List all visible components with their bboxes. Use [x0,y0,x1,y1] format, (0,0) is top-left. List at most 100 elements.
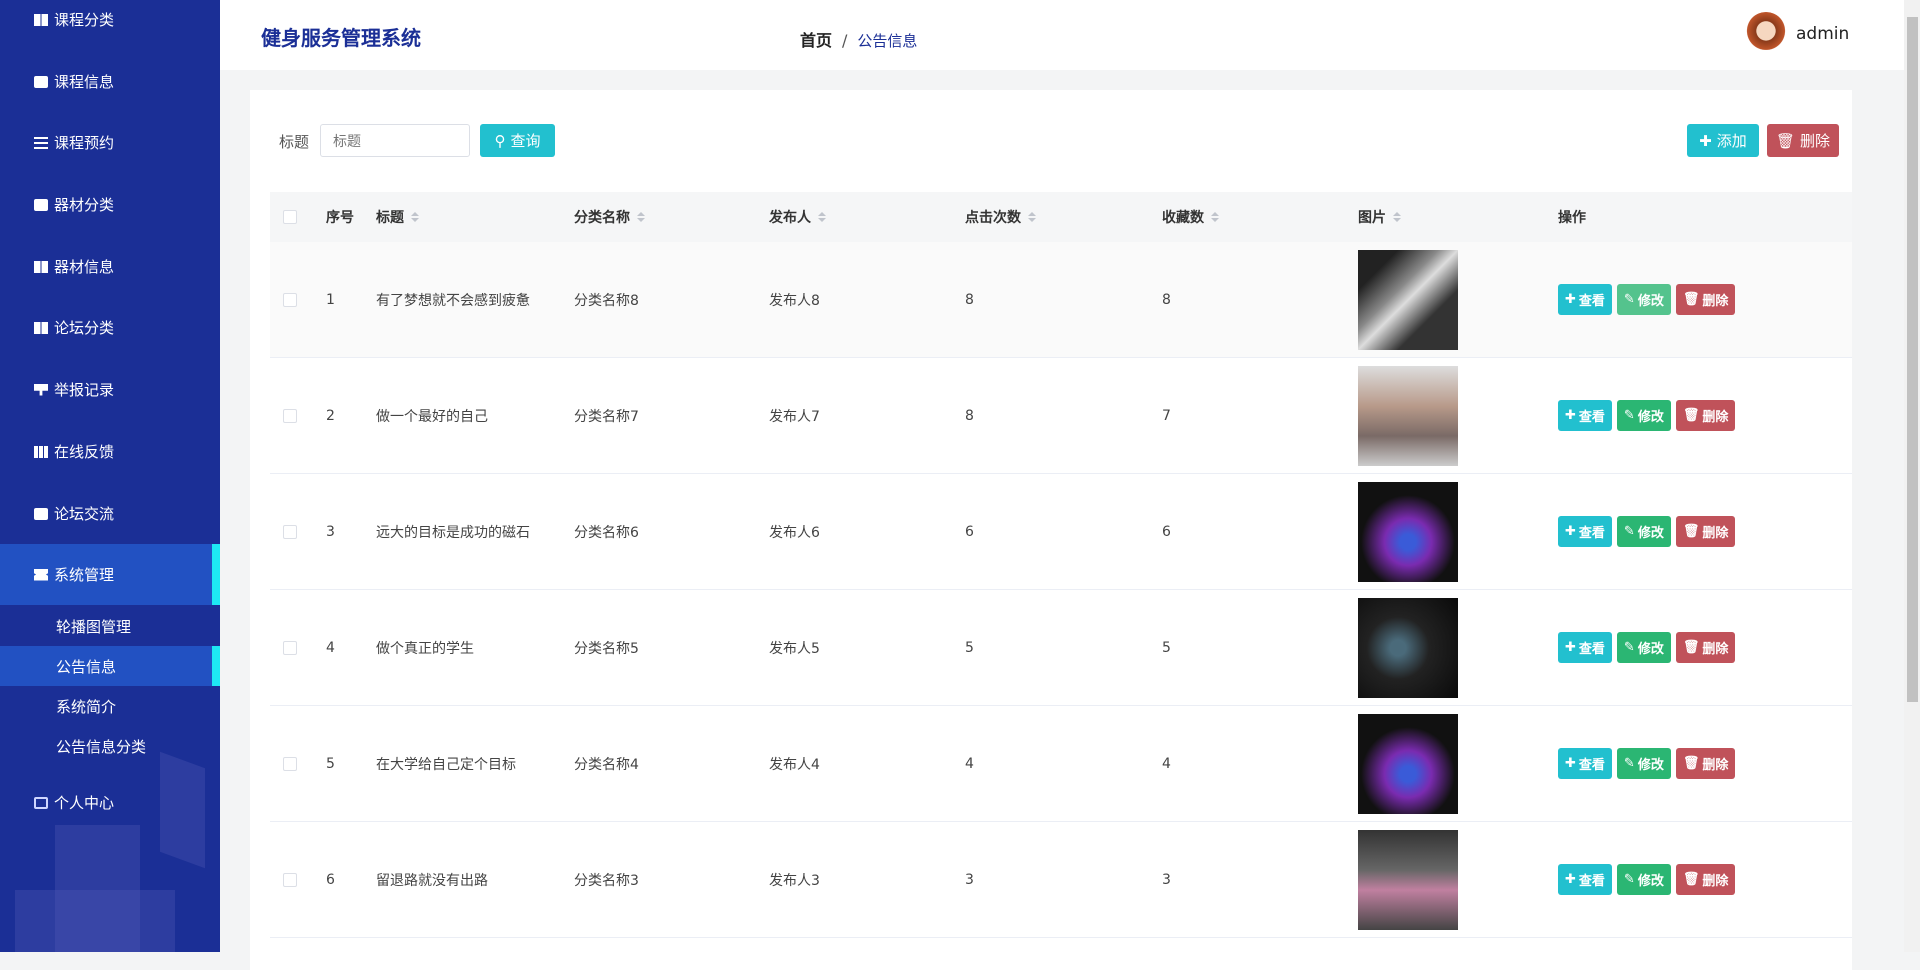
sort-icon[interactable] [1028,211,1036,223]
row-checkbox[interactable] [283,756,297,771]
column-header[interactable]: 标题 [376,192,419,242]
cell-title: 做一个最好的自己 [376,408,488,425]
delete-button-label: 删除 [1800,133,1831,150]
delete-button[interactable]: 🗑 删除 [1675,400,1736,431]
sidebar-item-10[interactable]: 系统管理 [0,544,220,605]
delete-label: 删除 [1702,294,1729,309]
sidebar-item-2[interactable]: 课程信息 [0,51,220,112]
edit-button[interactable]: ✎ 修改 [1616,400,1671,431]
table-row: 6 留退路就没有出路 分类名称3 发布人3 3 3 ✚ 查看 ✎ 修改 🗑 删除 [270,822,1852,938]
column-header[interactable]: 发布人 [769,192,826,242]
view-button[interactable]: ✚ 查看 [1558,864,1612,895]
trash-icon: 🗑 [1682,872,1700,887]
row-checkbox[interactable] [283,524,297,539]
thumbnail-image[interactable] [1358,597,1458,698]
table-row: 5 在大学给自己定个目标 分类名称4 发布人4 4 4 ✚ 查看 ✎ 修改 🗑 删除 [270,706,1852,822]
edit-label: 修改 [1637,294,1664,309]
title-search-input[interactable] [320,124,470,157]
plus-icon: ✚ [1565,756,1576,771]
sidebar-item-label: 论坛分类 [54,319,115,337]
sort-icon[interactable] [1393,211,1401,223]
column-header[interactable]: 点击次数 [965,192,1036,242]
thumbnail-image[interactable] [1358,829,1458,930]
submenu-announcements[interactable]: 公告信息 [0,646,220,686]
cell-no: 5 [326,755,335,772]
view-button[interactable]: ✚ 查看 [1558,284,1612,315]
column-header[interactable]: 图片 [1358,192,1401,242]
trash-icon: 🗑 [1775,132,1796,150]
delete-label: 删除 [1702,526,1729,541]
sort-icon[interactable] [637,211,645,223]
sort-icon[interactable] [411,211,419,223]
breadcrumb-home[interactable]: 首页 [800,31,832,50]
edit-button[interactable]: ✎ 修改 [1616,284,1671,315]
sort-icon[interactable] [1211,211,1219,223]
cell-author: 发布人3 [769,872,820,889]
delete-button[interactable]: 🗑 删除 [1675,748,1736,779]
select-all-checkbox[interactable] [283,210,297,224]
sidebar-item-7[interactable]: 举报记录 [0,359,220,420]
thumbnail-image[interactable] [1358,713,1458,814]
delete-label: 删除 [1702,410,1729,425]
sidebar-item-8[interactable]: 在线反馈 [0,421,220,482]
edit-label: 修改 [1637,410,1664,425]
row-checkbox[interactable] [283,640,297,655]
username[interactable]: admin [1796,24,1849,44]
plus-icon: ✚ [1565,524,1576,539]
cell-clicks: 8 [965,407,974,424]
add-button[interactable]: ✚ 添加 [1687,124,1759,157]
column-header[interactable]: 收藏数 [1162,192,1219,242]
breadcrumb-separator: / [842,31,848,50]
sidebar-item-4[interactable]: 器材分类 [0,174,220,235]
bulk-delete-button[interactable]: 🗑 删除 [1767,124,1839,157]
trash-icon: 🗑 [1682,292,1700,307]
submenu-system-intro[interactable]: 系统简介 [0,686,220,726]
column-header: 操作 [1558,192,1586,242]
submenu-carousel[interactable]: 轮播图管理 [0,606,220,646]
search-button[interactable]: ⚲ 查询 [480,124,555,157]
submenu-label: 公告信息 [56,657,117,676]
flag-icon [34,383,48,396]
thumbnail-image[interactable] [1358,249,1458,350]
plus-icon: ✚ [1565,872,1576,887]
edit-button[interactable]: ✎ 修改 [1616,748,1671,779]
cell-clicks: 5 [965,639,974,656]
sidebar-item-1[interactable]: 课程分类 [0,0,220,50]
sidebar-item-5[interactable]: 器材信息 [0,236,220,297]
view-button[interactable]: ✚ 查看 [1558,632,1612,663]
view-button[interactable]: ✚ 查看 [1558,516,1612,547]
cell-no: 1 [326,291,335,308]
row-checkbox[interactable] [283,872,297,887]
edit-button[interactable]: ✎ 修改 [1616,864,1671,895]
scrollbar-thumb[interactable] [1907,17,1918,702]
column-header-label: 发布人 [769,210,811,226]
edit-button[interactable]: ✎ 修改 [1616,632,1671,663]
delete-button[interactable]: 🗑 删除 [1675,864,1736,895]
cell-author: 发布人8 [769,292,820,309]
sidebar-item-personal-center[interactable]: 个人中心 [0,772,220,833]
edit-icon: ✎ [1623,872,1635,887]
view-button[interactable]: ✚ 查看 [1558,400,1612,431]
sidebar-item-label: 课程预约 [54,134,115,152]
thumbnail-image[interactable] [1358,481,1458,582]
row-checkbox[interactable] [283,292,297,307]
delete-button[interactable]: 🗑 删除 [1675,284,1736,315]
cell-author: 发布人5 [769,640,820,657]
scrollbar[interactable] [1904,0,1920,952]
thumbnail-image[interactable] [1358,365,1458,466]
edit-button[interactable]: ✎ 修改 [1616,516,1671,547]
column-header[interactable]: 分类名称 [574,192,645,242]
sidebar-item-3[interactable]: 课程预约 [0,112,220,173]
row-checkbox[interactable] [283,408,297,423]
cell-fav: 6 [1162,523,1171,540]
cell-title: 远大的目标是成功的磁石 [376,524,530,541]
delete-button[interactable]: 🗑 删除 [1675,632,1736,663]
sidebar-item-6[interactable]: 论坛分类 [0,297,220,358]
avatar[interactable] [1745,12,1787,54]
view-button[interactable]: ✚ 查看 [1558,748,1612,779]
cell-title: 做个真正的学生 [376,640,474,657]
delete-button[interactable]: 🗑 删除 [1675,516,1736,547]
submenu-announcement-category[interactable]: 公告信息分类 [0,726,220,766]
sidebar-item-9[interactable]: 论坛交流 [0,483,220,544]
sort-icon[interactable] [818,211,826,223]
